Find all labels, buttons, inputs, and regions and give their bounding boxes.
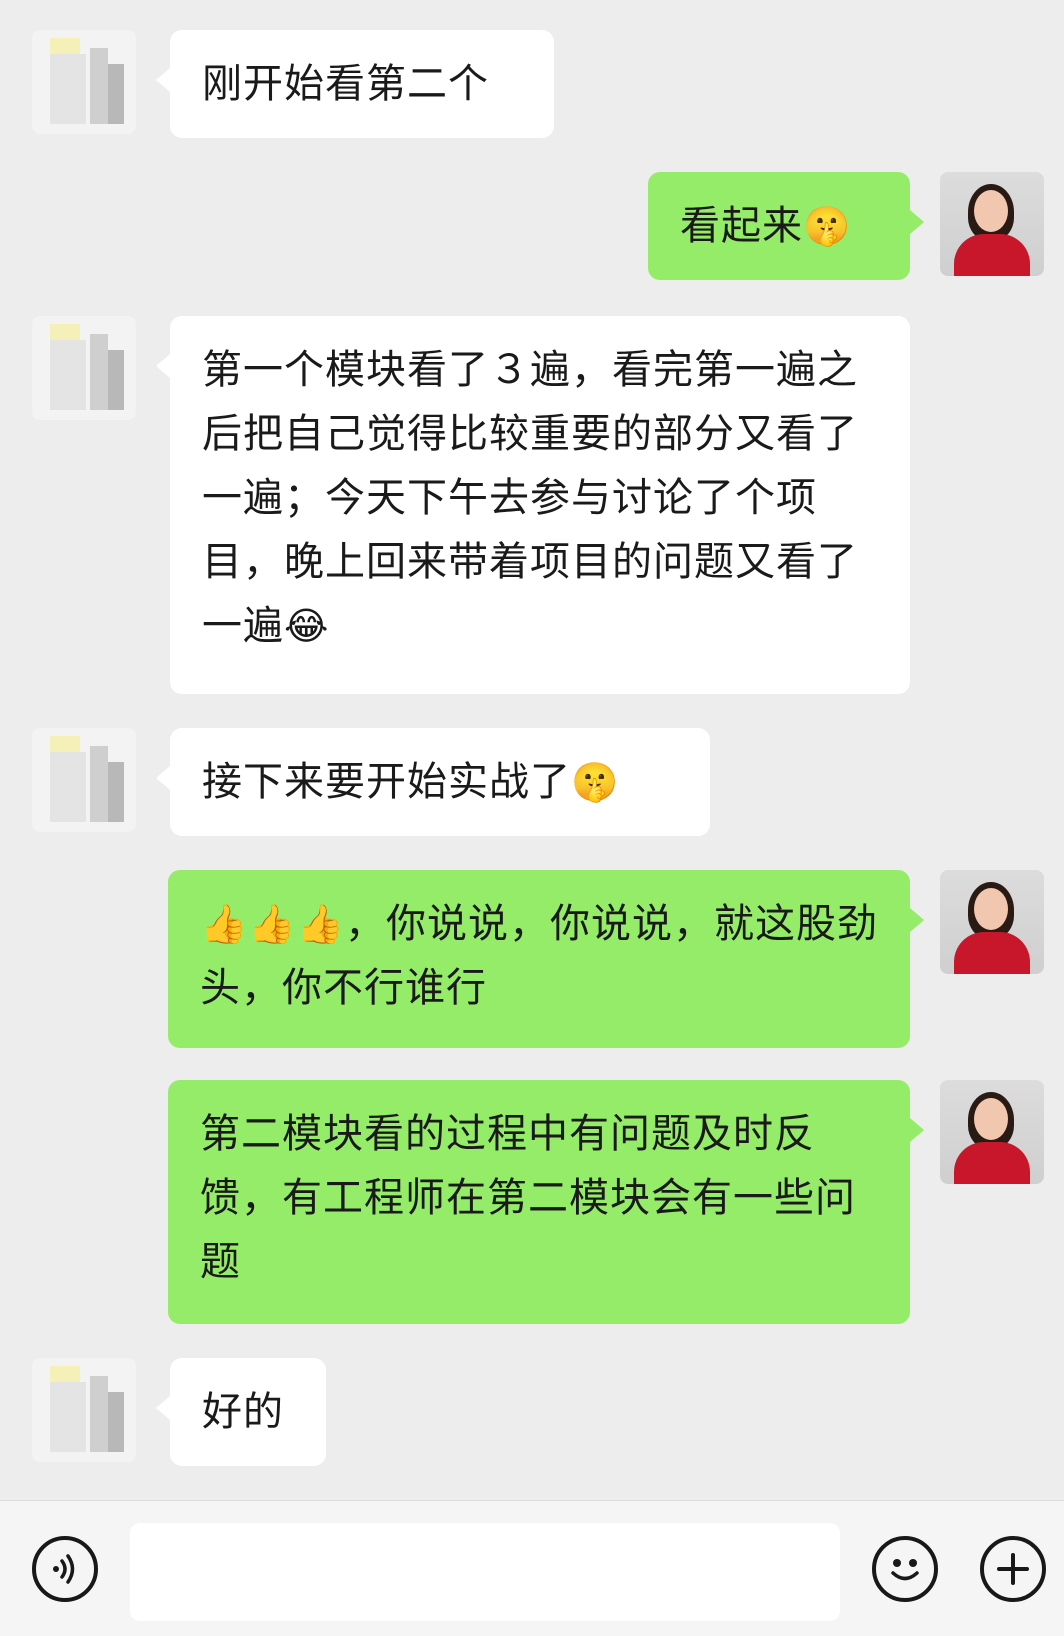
avatar-other[interactable]: [32, 316, 136, 420]
message-bubble[interactable]: 第二模块看的过程中有问题及时反馈，有工程师在第二模块会有一些问题: [168, 1080, 924, 1324]
avatar-other[interactable]: [32, 728, 136, 832]
voice-icon[interactable]: [32, 1536, 98, 1602]
avatar-other[interactable]: [32, 1358, 136, 1462]
thumbs-up-emoji: 👍👍👍: [200, 902, 345, 946]
message-bubble[interactable]: 刚开始看第二个: [156, 30, 554, 138]
message-text: 接下来要开始实战了: [202, 759, 571, 805]
plus-icon[interactable]: [980, 1536, 1046, 1602]
message-bubble[interactable]: 看起来🤫: [648, 172, 924, 280]
avatar-other[interactable]: [32, 30, 136, 134]
avatar-me[interactable]: [940, 870, 1044, 974]
shushing-face-emoji: 🤫: [571, 760, 620, 804]
message-text: 看起来: [680, 203, 803, 249]
tears-of-joy-emoji: 😂: [284, 604, 330, 648]
message-bubble[interactable]: 👍👍👍，你说说，你说说，就这股劲头，你不行谁行: [168, 870, 924, 1048]
message-text: 第二模块看的过程中有问题及时反馈，有工程师在第二模块会有一些问题: [200, 1111, 856, 1285]
message-input[interactable]: [130, 1523, 840, 1621]
avatar-me[interactable]: [940, 1080, 1044, 1184]
message-bubble[interactable]: 好的: [156, 1358, 326, 1466]
message-text: 好的: [202, 1389, 284, 1435]
chat-input-bar: [0, 1500, 1064, 1636]
message-bubble[interactable]: 第一个模块看了３遍，看完第一遍之后把自己觉得比较重要的部分又看了一遍；今天下午去…: [156, 316, 910, 694]
message-bubble[interactable]: 接下来要开始实战了🤫: [156, 728, 710, 836]
shushing-face-emoji: 🤫: [803, 204, 852, 248]
message-text: 刚开始看第二个: [202, 61, 489, 107]
avatar-me[interactable]: [940, 172, 1044, 276]
emoji-icon[interactable]: [872, 1536, 938, 1602]
